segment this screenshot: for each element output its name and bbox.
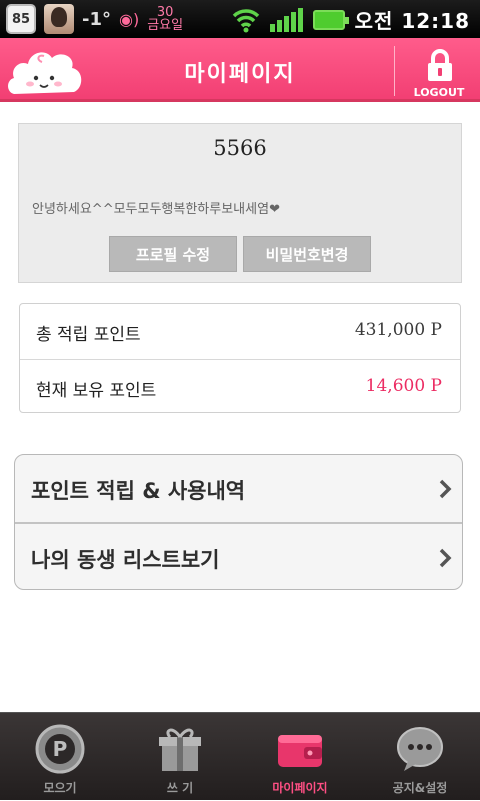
total-points-value: 431,000 P	[354, 320, 442, 340]
tab-label: 모으기	[43, 781, 77, 795]
battery-icon	[312, 9, 349, 30]
tab-label: 쓰 기	[166, 781, 194, 795]
change-password-button[interactable]: 비밀번호변경	[243, 236, 371, 272]
status-bar: 85 -1° ◉) 30 금요일 오전 12:18	[0, 0, 480, 38]
profile-card: 5566 안녕하세요^^모두모두행복한하루보내세염❤ 프로필 수정 비밀번호변경	[18, 123, 462, 283]
gift-icon	[159, 728, 201, 771]
temperature: -1°	[82, 8, 111, 30]
total-points-label: 총 적립 포인트	[36, 325, 141, 345]
profile-message: 안녕하세요^^모두모두행복한하루보내세염❤	[32, 202, 280, 217]
menu-item-sibling-list[interactable]: 나의 동생 리스트보기	[15, 522, 462, 589]
tab-label: 마이페이지	[272, 781, 328, 795]
total-points-row: 총 적립 포인트 431,000 P	[20, 304, 460, 359]
current-points-label: 현재 보유 포인트	[36, 381, 157, 401]
bottom-tab-bar: P 모으기 쓰 기 마이페이지 공지&설정	[0, 712, 480, 800]
tab-notice-settings[interactable]: 공지&설정	[360, 713, 480, 801]
menu-list: 포인트 적립 & 사용내역 나의 동생 리스트보기	[14, 454, 463, 590]
current-points-value: 14,600 P	[365, 376, 442, 396]
tab-collect[interactable]: P 모으기	[0, 713, 120, 801]
signal-icon	[269, 7, 303, 32]
app-header: 마이페이지 LOGOUT	[0, 38, 480, 102]
menu-item-point-history[interactable]: 포인트 적립 & 사용내역	[15, 455, 462, 522]
menu-item-label: 나의 동생 리스트보기	[31, 548, 220, 572]
tab-label: 공지&설정	[392, 781, 448, 795]
logout-button[interactable]: LOGOUT	[404, 44, 474, 100]
notification-badge: 85	[6, 4, 36, 34]
lock-icon	[428, 49, 452, 81]
chat-bubble-icon	[397, 727, 443, 771]
chevron-right-icon	[439, 479, 452, 499]
tab-mypage[interactable]: 마이페이지	[240, 713, 360, 801]
tab-spend[interactable]: 쓰 기	[120, 713, 240, 801]
p-coin-icon: P	[35, 724, 85, 774]
date-widget: 30 금요일	[147, 6, 183, 32]
chevron-right-icon	[439, 548, 452, 568]
edit-profile-button[interactable]: 프로필 수정	[109, 236, 237, 272]
points-summary: 총 적립 포인트 431,000 P 현재 보유 포인트 14,600 P	[19, 303, 461, 413]
date-widget-bottom: 금요일	[147, 18, 184, 33]
wallet-icon	[278, 735, 322, 767]
header-divider	[394, 46, 395, 96]
svg-text:P: P	[53, 737, 68, 761]
avatar-icon	[44, 4, 74, 34]
menu-item-label: 포인트 적립 & 사용내역	[31, 479, 246, 503]
wifi-icon	[232, 7, 260, 33]
logout-label: LOGOUT	[413, 86, 465, 99]
clock: 오전 12:18	[354, 9, 470, 33]
sound-icon: ◉)	[119, 9, 140, 29]
profile-name: 5566	[213, 136, 267, 160]
current-points-row: 현재 보유 포인트 14,600 P	[20, 359, 460, 414]
